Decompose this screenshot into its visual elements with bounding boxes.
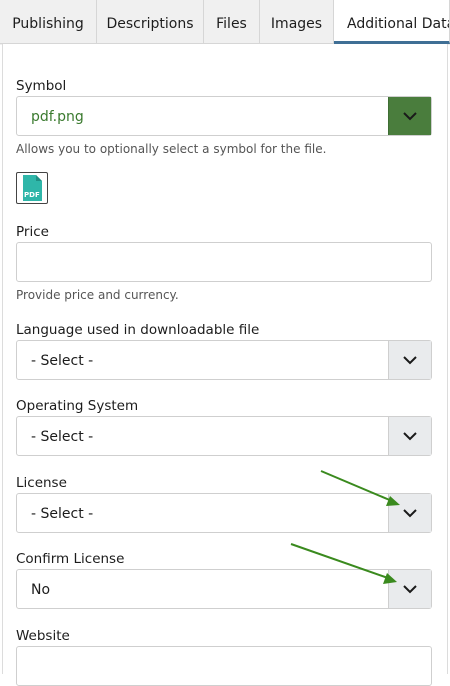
license-label: License xyxy=(16,475,67,491)
symbol-select[interactable]: pdf.png xyxy=(16,96,432,136)
language-select[interactable]: - Select - xyxy=(16,340,432,380)
symbol-value: pdf.png xyxy=(31,109,84,125)
website-input[interactable] xyxy=(16,646,432,686)
symbol-label: Symbol xyxy=(16,78,67,94)
tab-files[interactable]: Files xyxy=(204,0,260,44)
chevron-down-icon[interactable] xyxy=(388,494,431,532)
pdf-icon-text: PDF xyxy=(24,191,40,199)
license-value: - Select - xyxy=(31,506,94,522)
language-label: Language used in downloadable file xyxy=(16,322,260,338)
chevron-down-icon[interactable] xyxy=(388,417,431,455)
tab-bar: Publishing Descriptions Files Images Add… xyxy=(0,0,450,45)
chevron-down-icon[interactable] xyxy=(388,341,431,379)
license-select[interactable]: - Select - xyxy=(16,493,432,533)
price-label: Price xyxy=(16,224,49,240)
price-help-text: Provide price and currency. xyxy=(16,288,179,302)
website-label: Website xyxy=(16,628,70,644)
price-input[interactable] xyxy=(16,242,432,282)
tab-additional-data[interactable]: Additional Data xyxy=(334,0,450,44)
chevron-down-icon[interactable] xyxy=(388,570,431,608)
chevron-down-icon[interactable] xyxy=(388,97,431,135)
confirm-license-select[interactable]: No xyxy=(16,569,432,609)
symbol-help-text: Allows you to optionally select a symbol… xyxy=(16,142,327,156)
os-label: Operating System xyxy=(16,398,139,414)
confirm-license-value: No xyxy=(31,582,51,598)
os-select[interactable]: - Select - xyxy=(16,416,432,456)
tab-descriptions[interactable]: Descriptions xyxy=(97,0,204,44)
os-value: - Select - xyxy=(31,429,94,445)
tab-publishing[interactable]: Publishing xyxy=(0,0,97,44)
confirm-license-label: Confirm License xyxy=(16,551,125,567)
language-value: - Select - xyxy=(31,353,94,369)
tab-images[interactable]: Images xyxy=(260,0,334,44)
pdf-file-icon: PDF xyxy=(16,172,48,204)
